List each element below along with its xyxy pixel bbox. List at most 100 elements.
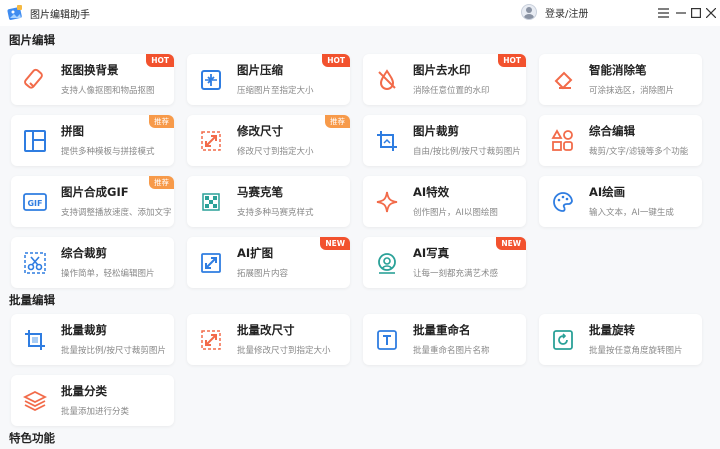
no-watermark-icon <box>374 67 400 93</box>
tool-name: 拼图 <box>61 124 84 138</box>
rename-icon <box>374 327 400 353</box>
collage-icon <box>22 128 48 154</box>
tool-card-batch-classify[interactable]: 批量分类 批量添加进行分类 <box>11 375 174 426</box>
compress-icon <box>198 67 224 93</box>
crop-icon <box>374 128 400 154</box>
tool-name: 智能消除笔 <box>589 63 647 77</box>
smart-eraser-icon <box>550 67 576 93</box>
tool-card-combo-crop[interactable]: 综合裁剪 操作简单，轻松编辑图片 <box>11 237 174 288</box>
tool-card-smart-eraser[interactable]: 智能消除笔 可涂抹选区，消除图片 <box>539 54 702 105</box>
tool-name: 图片去水印 <box>413 63 471 77</box>
recommend-badge: 推荐 <box>149 176 174 189</box>
hot-badge: HOT <box>322 54 350 67</box>
app-logo-icon <box>7 5 22 20</box>
tool-description: 批量添加进行分类 <box>61 407 130 417</box>
tool-name: 综合裁剪 <box>61 246 107 260</box>
tool-card-compose[interactable]: 综合编辑 裁剪/文字/滤镜等多个功能 <box>539 115 702 166</box>
tool-card-ai-portrait[interactable]: AI写真 让每一刻都充满艺术感 NEW <box>363 237 526 288</box>
tool-description: 消除任意位置的水印 <box>413 86 490 96</box>
eraser-icon <box>22 67 48 93</box>
tool-description: 可涂抹选区，消除图片 <box>589 86 675 96</box>
menu-icon[interactable] <box>655 5 671 21</box>
tool-description: 输入文本，AI一键生成 <box>589 208 674 218</box>
tool-description: 支持调整播放速度、添加文字 <box>61 208 172 218</box>
app-title: 图片编辑助手 <box>30 10 90 21</box>
tool-description: 提供多种模板与拼接模式 <box>61 147 155 157</box>
tool-name: 抠图换背景 <box>61 63 119 77</box>
tool-card-collage[interactable]: 拼图 提供多种模板与拼接模式 推荐 <box>11 115 174 166</box>
tool-description: 裁剪/文字/滤镜等多个功能 <box>589 147 689 157</box>
tool-name: 图片压缩 <box>237 63 283 77</box>
tool-name: 修改尺寸 <box>237 124 283 138</box>
resize-icon <box>198 128 224 154</box>
tool-name: AI扩图 <box>237 246 274 260</box>
gif-icon: GIF <box>22 189 48 215</box>
tool-card-mosaic[interactable]: 马赛克笔 支持多种马赛克样式 <box>187 176 350 227</box>
mosaic-icon <box>198 189 224 215</box>
maximize-icon[interactable] <box>688 5 704 21</box>
login-link[interactable]: 登录/注册 <box>545 5 588 20</box>
new-badge: NEW <box>496 237 526 250</box>
tool-name: AI特效 <box>413 185 450 199</box>
scissors-icon <box>22 250 48 276</box>
tool-name: 图片裁剪 <box>413 124 459 138</box>
login-area[interactable]: 登录/注册 <box>521 4 588 20</box>
tool-description: 自由/按比例/按尺寸裁剪图片 <box>413 147 521 157</box>
tool-name: 批量重命名 <box>413 323 471 337</box>
tool-description: 拓展图片内容 <box>237 269 289 279</box>
section-title-featured: 特色功能 <box>9 431 55 445</box>
portrait-icon <box>374 250 400 276</box>
tool-description: 批量按任意角度旋转图片 <box>589 346 683 356</box>
tool-card-batch-rotate[interactable]: 批量旋转 批量按任意角度旋转图片 <box>539 314 702 365</box>
new-badge: NEW <box>320 237 350 250</box>
minimize-icon[interactable] <box>673 5 689 21</box>
tool-card-ai-paint[interactable]: AI绘画 输入文本，AI一键生成 <box>539 176 702 227</box>
tool-card-ai-expand[interactable]: AI扩图 拓展图片内容 NEW <box>187 237 350 288</box>
tool-name: 批量分类 <box>61 384 107 398</box>
tool-card-batch-crop[interactable]: 批量裁剪 批量按比例/按尺寸裁剪图片 <box>11 314 174 365</box>
tool-name: 马赛克笔 <box>237 185 283 199</box>
tool-description: 支持人像抠图和物品抠图 <box>61 86 155 96</box>
section-title-edit: 图片编辑 <box>9 33 55 47</box>
tool-description: 压缩图片至指定大小 <box>237 86 314 96</box>
tool-name: AI绘画 <box>589 185 626 199</box>
tool-name: 综合编辑 <box>589 124 635 138</box>
tool-card-gif[interactable]: GIF 图片合成GIF 支持调整播放速度、添加文字 推荐 <box>11 176 174 227</box>
tool-description: 批量重命名图片名称 <box>413 346 490 356</box>
tool-name: 批量改尺寸 <box>237 323 295 337</box>
recommend-badge: 推荐 <box>149 115 174 128</box>
tool-description: 让每一刻都充满艺术感 <box>413 269 499 279</box>
shapes-icon <box>550 128 576 154</box>
palette-icon <box>550 189 576 215</box>
tool-description: 修改尺寸到指定大小 <box>237 147 314 157</box>
tool-description: 创作图片，AI以图绘图 <box>413 208 498 218</box>
tool-description: 支持多种马赛克样式 <box>237 208 314 218</box>
hot-badge: HOT <box>498 54 526 67</box>
tool-description: 批量修改尺寸到指定大小 <box>237 346 331 356</box>
rotate-icon <box>550 327 576 353</box>
close-icon[interactable] <box>703 5 719 21</box>
tool-card-compress[interactable]: 图片压缩 压缩图片至指定大小 HOT <box>187 54 350 105</box>
tool-card-batch-rename[interactable]: 批量重命名 批量重命名图片名称 <box>363 314 526 365</box>
tool-card-batch-resize[interactable]: 批量改尺寸 批量修改尺寸到指定大小 <box>187 314 350 365</box>
recommend-badge: 推荐 <box>325 115 350 128</box>
batch-crop-icon <box>22 327 48 353</box>
expand-icon <box>198 250 224 276</box>
sparkle-icon <box>374 189 400 215</box>
tool-card-resize[interactable]: 修改尺寸 修改尺寸到指定大小 推荐 <box>187 115 350 166</box>
user-avatar-icon[interactable] <box>521 4 537 20</box>
tool-card-crop[interactable]: 图片裁剪 自由/按比例/按尺寸裁剪图片 <box>363 115 526 166</box>
tool-description: 批量按比例/按尺寸裁剪图片 <box>61 346 166 356</box>
tool-name: 批量旋转 <box>589 323 635 337</box>
layers-icon <box>22 388 48 414</box>
tool-card-ai-effect[interactable]: AI特效 创作图片，AI以图绘图 <box>363 176 526 227</box>
title-bar: 图片编辑助手 登录/注册 <box>0 0 720 26</box>
section-title-batch: 批量编辑 <box>9 293 55 307</box>
tool-name: AI写真 <box>413 246 450 260</box>
tool-name: 批量裁剪 <box>61 323 107 337</box>
tool-card-cutout[interactable]: 抠图换背景 支持人像抠图和物品抠图 HOT <box>11 54 174 105</box>
tool-card-watermark[interactable]: 图片去水印 消除任意位置的水印 HOT <box>363 54 526 105</box>
hot-badge: HOT <box>146 54 174 67</box>
tool-name: 图片合成GIF <box>61 185 129 199</box>
batch-resize-icon <box>198 327 224 353</box>
